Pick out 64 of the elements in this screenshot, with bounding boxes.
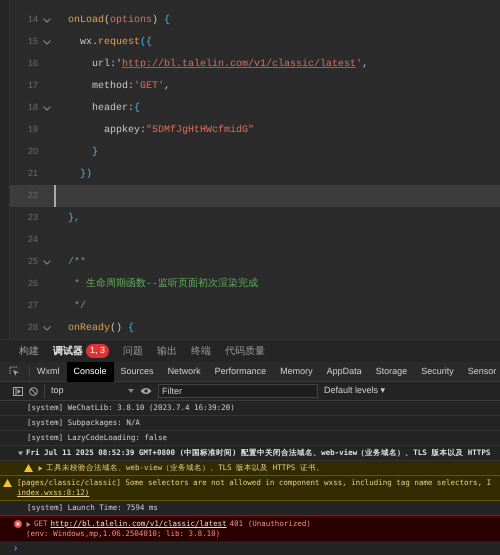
dropdown-arrow-icon [128,389,134,393]
error-count-badge: 1, 3 [86,344,110,358]
devtools-tab[interactable]: Memory [273,362,320,382]
devtools-tab[interactable]: Storage [368,362,414,382]
line-number: 26 [26,277,39,290]
code-text: appkey:"5DMfJgHtHWcfmidG" [103,124,254,138]
line-number: 15 [26,35,39,48]
code-text: */ [73,300,86,314]
devtools-tab[interactable]: AppData [320,362,369,382]
line-number: 18 [26,101,39,114]
expand-triangle-icon[interactable] [38,466,43,470]
line-number: 24 [26,233,39,246]
clear-console-icon[interactable] [29,386,38,396]
code-text: url:'http://bl.talelin.com/v1/classic/latest', [91,58,368,72]
code-text: header:{ [91,102,140,116]
devtools-tab[interactable]: Console [66,362,114,382]
line-number: 27 [26,299,39,312]
expand-triangle-icon[interactable] [18,450,23,456]
log-levels-dropdown[interactable]: Default levels ▾ [324,384,386,398]
devtools-tab[interactable]: Wxml [30,362,66,382]
line-number: 16 [26,57,39,70]
console-prompt[interactable]: › [14,543,18,554]
devtools-tab[interactable]: Sensor [460,362,500,382]
line-number: 14 [26,13,39,26]
panel-tab[interactable]: 调试器 1, 3 [48,344,114,358]
fold-chevron-icon[interactable] [43,106,51,110]
fold-chevron-icon[interactable] [43,40,51,44]
warning-icon [24,464,33,472]
line-number: 25 [26,255,39,268]
sidebar-toggle-icon[interactable] [13,386,23,396]
expand-triangle-icon[interactable] [26,522,31,526]
devtools-tab[interactable]: Performance [208,362,274,382]
line-number: 28 [26,321,39,334]
code-text: method:'GET', [91,80,170,94]
line-number: 17 [26,79,39,92]
panel-tab[interactable]: 输出 [152,344,182,358]
line-number: 19 [26,123,39,136]
code-text: onReady() { [68,322,134,336]
panel-tab[interactable]: 问题 [118,344,148,358]
warning-icon [3,479,12,487]
devtools-tab[interactable]: Network [160,362,208,382]
code-text: * 生命周期函数--监听页面初次渲染完成 [73,276,258,292]
code-text: }, [68,212,80,226]
error-icon [14,520,22,528]
fold-chevron-icon[interactable] [43,260,51,264]
context-select[interactable]: top [44,384,134,398]
panel-tab[interactable]: 代码质量 [220,344,270,358]
line-number: 20 [26,145,39,158]
fold-chevron-icon[interactable] [43,18,51,22]
panel-tab[interactable]: 终端 [186,344,216,358]
code-text: }) [79,168,92,182]
inspect-element-icon[interactable] [9,366,20,377]
fold-chevron-icon[interactable] [43,326,51,330]
panel-tab[interactable]: 构建 [14,344,44,358]
code-text: wx.request({ [79,36,152,50]
line-number: 21 [26,167,39,180]
devtools-tab[interactable]: Sources [114,362,161,382]
code-text: } [91,146,98,160]
filter-field[interactable]: Filter [158,384,318,398]
code-text: /** [68,256,86,270]
code-text: onLoad(options) { [68,14,170,28]
eye-icon[interactable] [140,387,152,395]
line-number: 23 [26,211,39,224]
devtools-tab[interactable]: Security [414,362,461,382]
